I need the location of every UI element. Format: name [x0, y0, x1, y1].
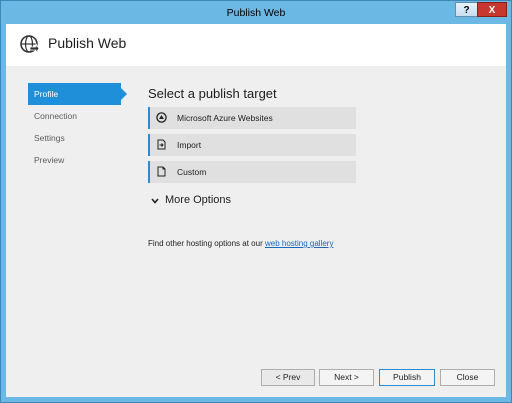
- target-custom[interactable]: Custom: [148, 161, 356, 183]
- step-connection[interactable]: Connection: [28, 105, 128, 127]
- import-icon: [157, 139, 166, 150]
- hosting-options-text: Find other hosting options at our web ho…: [148, 239, 488, 248]
- dialog-title: Publish Web: [48, 35, 127, 51]
- publish-web-dialog: Publish Web ? X Publish Web Profile Conn…: [0, 0, 512, 403]
- target-azure-websites[interactable]: Microsoft Azure Websites: [148, 107, 356, 129]
- section-title: Select a publish target: [148, 86, 277, 101]
- prev-button[interactable]: < Prev: [261, 369, 315, 386]
- next-button[interactable]: Next >: [319, 369, 374, 386]
- hosting-prefix: Find other hosting options at our: [148, 239, 265, 248]
- dialog-body: Profile Connection Settings Preview Sele…: [6, 66, 506, 397]
- web-hosting-gallery-link[interactable]: web hosting gallery: [265, 239, 333, 248]
- window-close-button[interactable]: X: [477, 2, 507, 17]
- document-icon: [157, 166, 166, 177]
- help-button[interactable]: ?: [455, 2, 478, 17]
- target-label: Microsoft Azure Websites: [177, 113, 273, 123]
- close-button[interactable]: Close: [440, 369, 495, 386]
- wizard-steps-nav: Profile Connection Settings Preview: [28, 83, 128, 171]
- more-options-toggle[interactable]: More Options: [148, 193, 488, 211]
- step-settings[interactable]: Settings: [28, 127, 128, 149]
- window-title: Publish Web: [226, 7, 286, 19]
- step-preview[interactable]: Preview: [28, 149, 128, 171]
- azure-icon: [156, 112, 167, 123]
- more-options-label: More Options: [165, 194, 232, 206]
- target-import[interactable]: Import: [148, 134, 356, 156]
- step-profile[interactable]: Profile: [28, 83, 127, 105]
- target-label: Import: [177, 140, 202, 150]
- globe-publish-icon: [20, 35, 39, 54]
- chevron-down-icon: [151, 198, 159, 204]
- publish-target-panel: Select a publish target Microsoft Azure …: [148, 86, 488, 248]
- dialog-header: Publish Web: [6, 24, 506, 66]
- target-label: Custom: [177, 167, 207, 177]
- title-bar[interactable]: Publish Web ? X: [1, 1, 511, 23]
- publish-button[interactable]: Publish: [379, 369, 435, 386]
